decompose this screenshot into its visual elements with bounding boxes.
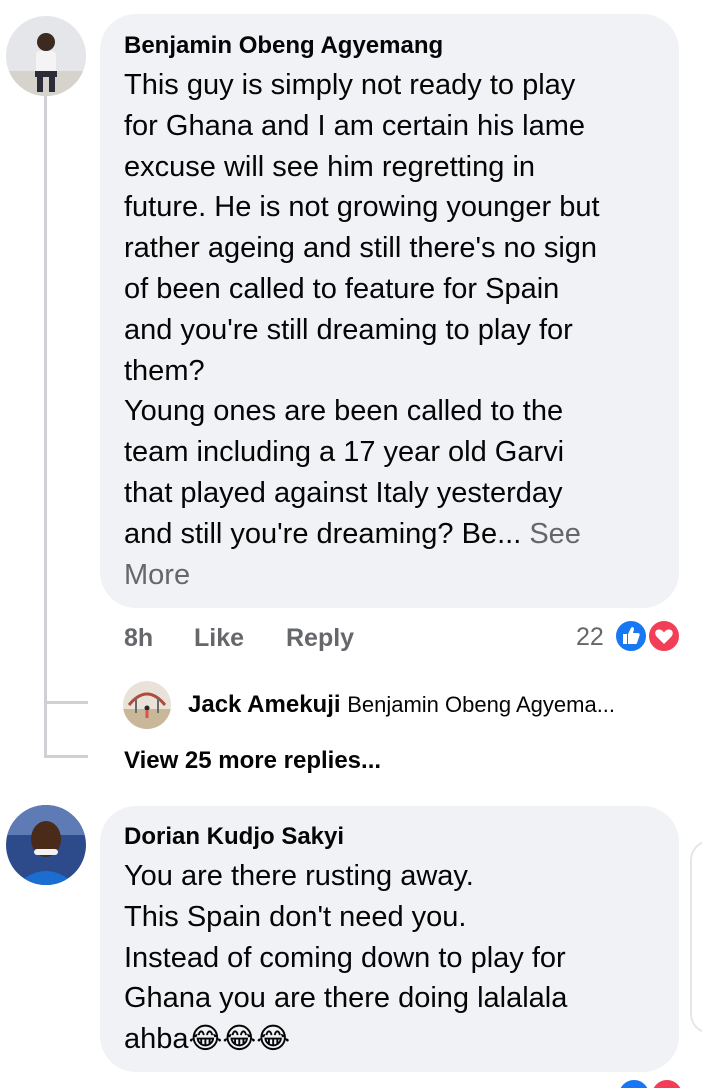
thread-connector-branch <box>44 755 88 758</box>
laughing-emoji-icon: 😂😂😂 <box>188 1023 291 1056</box>
reply-preview-text: Benjamin Obeng Agyema... <box>347 692 616 717</box>
person-avatar-icon <box>6 805 86 885</box>
love-reaction-icon[interactable] <box>650 1078 684 1088</box>
comment-text: This guy is simply not ready to play for… <box>124 65 669 595</box>
person-avatar-icon <box>6 16 86 96</box>
love-reaction-icon[interactable] <box>647 619 681 653</box>
like-button[interactable]: Like <box>194 623 244 653</box>
reply-avatar[interactable] <box>123 681 171 729</box>
comments-thread: Benjamin Obeng Agyemang This guy is simp… <box>0 0 702 1088</box>
thread-connector-branch <box>44 701 88 704</box>
view-more-replies-link[interactable]: View 25 more replies... <box>124 746 381 776</box>
reply-button[interactable]: Reply <box>286 623 354 653</box>
thumbs-up-icon <box>623 627 640 644</box>
comment-author[interactable]: Benjamin Obeng Agyemang <box>124 32 443 60</box>
comment-body: This guy is simply not ready to play for… <box>124 69 600 550</box>
person-avatar-icon <box>123 681 171 729</box>
heart-icon <box>655 629 673 644</box>
comment-text: You are there rusting away. This Spain d… <box>124 856 669 1060</box>
reaction-count[interactable]: 22 <box>576 622 604 652</box>
comment-timestamp[interactable]: 8h <box>124 623 153 653</box>
reply-preview-row[interactable]: Jack Amekuji Benjamin Obeng Agyema... <box>188 690 615 720</box>
comment-author[interactable]: Dorian Kudjo Sakyi <box>124 823 344 851</box>
commenter-avatar[interactable] <box>6 16 86 96</box>
reply-author[interactable]: Jack Amekuji <box>188 691 341 718</box>
commenter-avatar[interactable] <box>6 805 86 885</box>
like-reaction-icon[interactable] <box>614 619 648 653</box>
thread-connector-line <box>44 96 47 758</box>
adjacent-card-edge <box>690 840 702 1034</box>
like-reaction-icon[interactable] <box>617 1078 651 1088</box>
